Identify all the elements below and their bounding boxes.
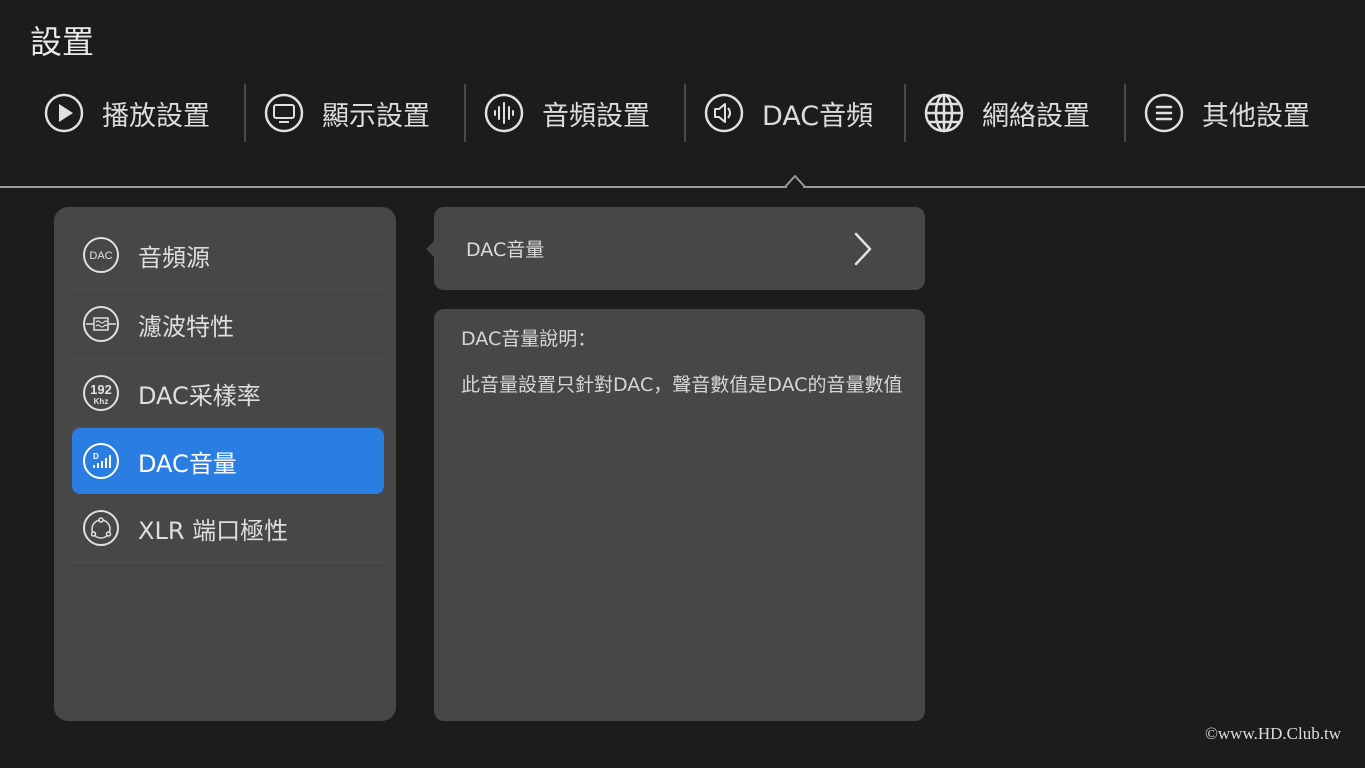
filter-icon (82, 305, 120, 343)
description-title: DAC音量說明： (461, 328, 597, 350)
dac-volume-option[interactable]: DAC音量 (426, 207, 925, 290)
menu-label: XLR 端口極性 (138, 516, 289, 545)
tab-label: 音頻設置 (542, 100, 650, 132)
sample-rate-value: 192 (90, 382, 112, 397)
audio-wave-icon (484, 93, 524, 133)
tab-audio-settings[interactable]: 音頻設置 (464, 84, 684, 142)
page-title: 設置 (30, 23, 95, 61)
menu-label: 音頻源 (138, 243, 210, 272)
menu-label: DAC音量 (138, 449, 237, 478)
tab-label: 播放設置 (102, 100, 210, 132)
watermark: ©www.HD.Club.tw (1204, 724, 1341, 743)
sample-rate-icon: 192 Khz (82, 374, 120, 412)
selected-tab-indicator (785, 175, 805, 189)
menu-lines-icon (1144, 93, 1184, 133)
tab-other-settings[interactable]: 其他設置 (1124, 84, 1344, 142)
description-text: 此音量設置只針對DAC，聲音數值是DAC的音量數值 (461, 374, 903, 396)
menu-item-audio-source[interactable]: DAC 音頻源 (72, 221, 384, 290)
tab-label: 網絡設置 (982, 100, 1090, 132)
nav-divider (0, 186, 1365, 188)
tab-dac-audio[interactable]: DAC音頻 (684, 84, 904, 142)
dac-volume-icon: D (82, 442, 120, 480)
tab-playback-settings[interactable]: 播放設置 (24, 84, 244, 142)
play-icon (44, 93, 84, 133)
side-menu: DAC 音頻源 濾波特性 192 Khz DAC采樣率 D DAC音量 XLR 端… (54, 207, 396, 721)
option-label: DAC音量 (466, 239, 545, 261)
tab-label: 其他設置 (1202, 100, 1310, 132)
top-nav: 播放設置 顯示設置 音頻設置 DAC音頻 網絡設置 其他設置 (24, 84, 1344, 142)
menu-label: 濾波特性 (138, 312, 234, 341)
chevron-right-icon (854, 232, 872, 266)
menu-label: DAC采樣率 (138, 381, 261, 410)
svg-text:D: D (93, 452, 99, 461)
menu-item-filter[interactable]: 濾波特性 (72, 290, 384, 359)
xlr-port-icon (82, 509, 120, 547)
option-pointer (426, 239, 436, 259)
sample-rate-unit: Khz (94, 397, 109, 406)
menu-item-xlr-polarity[interactable]: XLR 端口極性 (72, 494, 384, 563)
tab-display-settings[interactable]: 顯示設置 (244, 84, 464, 142)
monitor-icon (264, 93, 304, 133)
globe-icon (924, 93, 964, 133)
tab-label: DAC音頻 (762, 100, 874, 132)
dac-badge-text: DAC (89, 250, 112, 262)
menu-item-dac-volume[interactable]: D DAC音量 (72, 428, 384, 494)
tab-network-settings[interactable]: 網絡設置 (904, 84, 1124, 142)
speaker-icon (704, 93, 744, 133)
description-panel: DAC音量說明： 此音量設置只針對DAC，聲音數值是DAC的音量數值 (434, 309, 925, 721)
dac-badge-icon: DAC (82, 236, 120, 274)
menu-item-dac-sample-rate[interactable]: 192 Khz DAC采樣率 (72, 359, 384, 428)
tab-label: 顯示設置 (322, 100, 430, 132)
